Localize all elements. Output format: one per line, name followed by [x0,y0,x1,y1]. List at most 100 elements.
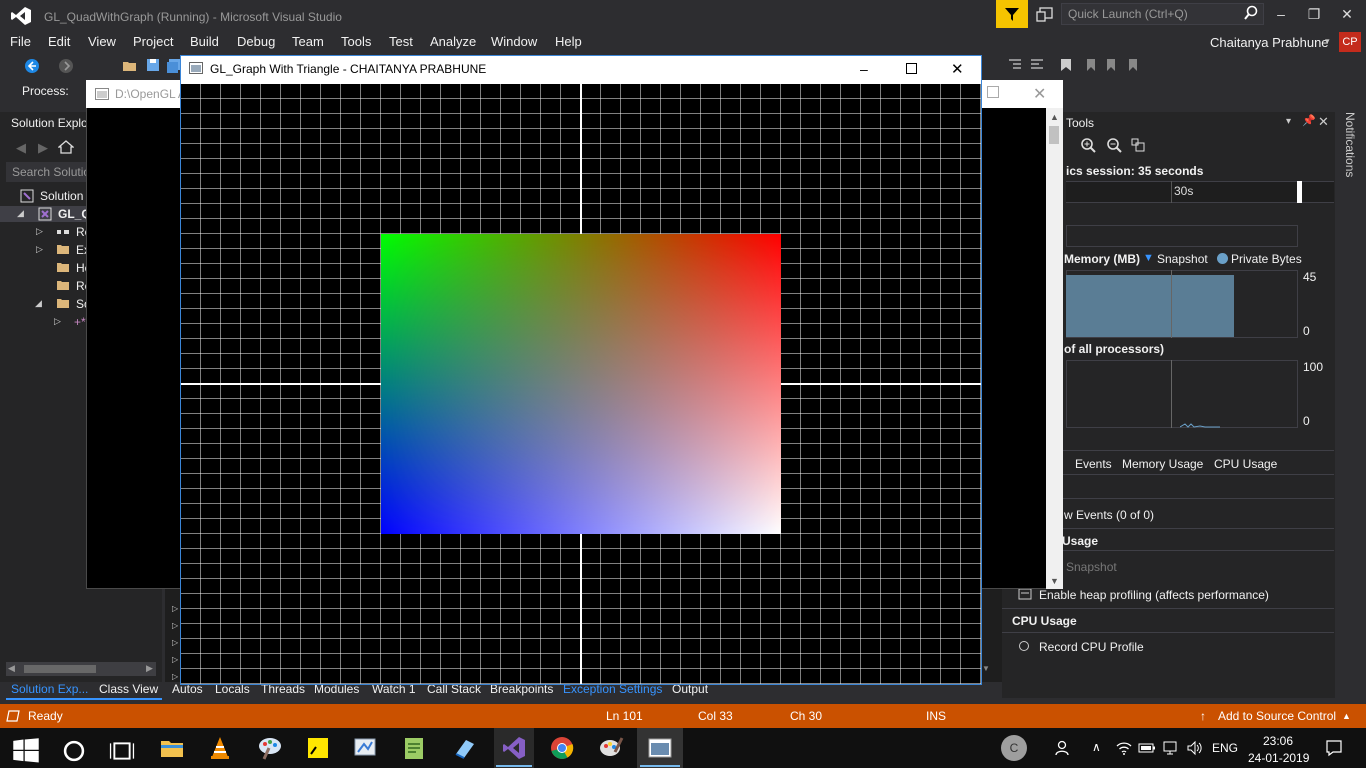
menu-build[interactable]: Build [190,34,219,49]
notifications-tab[interactable]: Notifications [1343,112,1357,177]
quick-launch-input[interactable]: Quick Launch (Ctrl+Q) [1061,3,1264,25]
snipping-tool-icon[interactable] [352,734,380,762]
tab-class-view[interactable]: Class View [99,682,158,696]
sticky-notes-icon[interactable] [304,734,332,762]
clear-bookmarks-icon[interactable] [1126,58,1140,72]
arrow-up-icon[interactable]: ↑ [1200,709,1206,723]
chevron-down-icon[interactable]: ▾ [1325,36,1330,47]
record-cpu-profile-button[interactable]: Record CPU Profile [1039,640,1144,654]
add-to-source-control[interactable]: Add to Source Control [1218,709,1336,723]
people-icon[interactable] [1054,739,1072,757]
battery-icon[interactable] [1138,741,1156,755]
menu-help[interactable]: Help [555,34,582,49]
bookmark-icon[interactable] [1060,58,1072,72]
scroll-up-icon[interactable]: ▲ [1050,112,1059,122]
feedback-filter-button[interactable] [996,0,1028,28]
menu-edit[interactable]: Edit [48,34,70,49]
windows-start-icon[interactable] [12,737,40,765]
menu-analyze[interactable]: Analyze [430,34,476,49]
back-icon[interactable] [24,58,40,74]
menu-test[interactable]: Test [389,34,413,49]
vlc-icon[interactable] [206,734,234,762]
paint-icon[interactable] [256,734,284,762]
take-snapshot-button[interactable]: Snapshot [1066,560,1117,574]
avatar[interactable]: CP [1339,32,1361,52]
user-name[interactable]: Chaitanya Prabhune [1210,35,1329,50]
tab-memory-usage[interactable]: Memory Usage [1122,457,1203,471]
paint-brush-icon[interactable] [597,734,625,762]
menu-project[interactable]: Project [133,34,173,49]
close-icon[interactable]: ✕ [951,60,964,78]
menu-tools[interactable]: Tools [341,34,371,49]
forward-icon[interactable] [58,58,74,74]
gl-app-icon[interactable] [646,734,674,762]
pin-icon[interactable]: 📌 [1302,114,1316,127]
task-view-icon[interactable] [108,737,136,765]
gl-canvas[interactable] [181,84,981,684]
clock-date[interactable]: 24-01-2019 [1248,751,1309,765]
scroll-down-icon[interactable]: ▼ [982,664,990,673]
menu-window[interactable]: Window [491,34,537,49]
menu-team[interactable]: Team [292,34,324,49]
people-avatar[interactable]: C [1001,735,1027,761]
close-icon[interactable]: ✕ [1318,114,1329,130]
language-indicator[interactable]: ENG [1212,741,1238,755]
console-scrollbar[interactable] [1046,108,1063,589]
chrome-icon[interactable] [548,734,576,762]
menu-debug[interactable]: Debug [237,34,275,49]
scrollbar-thumb[interactable] [24,665,96,673]
wifi-icon[interactable] [1116,740,1132,756]
restore-icon[interactable]: ❐ [1305,6,1323,22]
collapse-arrow-icon[interactable]: ▷ [36,244,44,254]
zoom-out-icon[interactable] [1106,137,1122,153]
notepad-plus-icon[interactable] [400,734,428,762]
save-icon[interactable] [146,58,160,72]
visual-studio-icon[interactable] [500,734,528,762]
minimize-icon[interactable]: – [1272,6,1290,22]
heap-profiling-option[interactable]: Enable heap profiling (affects performan… [1039,588,1269,602]
menu-view[interactable]: View [88,34,116,49]
volume-icon[interactable] [1186,740,1204,756]
menu-file[interactable]: File [10,34,31,49]
close-icon[interactable]: ✕ [1338,6,1356,22]
close-icon[interactable]: ✕ [1033,84,1046,104]
outdent-icon[interactable] [1030,58,1044,72]
scroll-left-icon[interactable]: ◀ [8,663,15,674]
scrollbar-thumb[interactable] [1049,126,1059,144]
timeline-cursor[interactable] [1297,181,1302,203]
open-folder-icon[interactable] [122,58,138,74]
align-icon[interactable] [1008,58,1022,72]
tab-events[interactable]: Events [1075,457,1112,471]
output-icon[interactable] [6,710,20,722]
tree-item-cpp-file[interactable]: +* [74,315,86,329]
action-center-icon[interactable] [1325,739,1343,757]
minimize-icon[interactable]: – [860,61,868,77]
network-icon[interactable] [1162,740,1178,756]
search-icon[interactable] [60,737,88,765]
prev-bookmark-icon[interactable] [1082,58,1096,72]
tree-item-solution[interactable]: Solution [40,189,83,203]
chevron-down-icon[interactable]: ▾ [1286,116,1291,127]
nav-forward-icon[interactable]: ▶ [38,140,48,156]
scroll-right-icon[interactable]: ▶ [146,663,153,674]
search-icon[interactable] [1243,5,1259,21]
eraser-icon[interactable] [450,734,478,762]
timeline-ruler[interactable] [1066,181,1334,203]
clock-time[interactable]: 23:06 [1263,734,1293,748]
nav-back-icon[interactable]: ◀ [16,140,26,156]
tab-solution-explorer[interactable]: Solution Exp... [11,682,88,696]
next-bookmark-icon[interactable] [1104,58,1118,72]
expand-arrow-icon[interactable]: ◢ [17,208,25,218]
file-explorer-icon[interactable] [158,734,186,762]
home-icon[interactable] [58,140,74,154]
collapse-arrow-icon[interactable]: ▷ [36,226,44,236]
maximize-icon[interactable] [906,63,917,74]
collapse-arrow-icon[interactable]: ▷ [54,316,62,326]
scroll-down-icon[interactable]: ▼ [1050,576,1059,586]
tray-chevron-up-icon[interactable]: ∧ [1092,740,1101,754]
zoom-in-icon[interactable] [1080,137,1096,153]
reset-zoom-icon[interactable] [1130,137,1146,153]
tab-cpu-usage[interactable]: CPU Usage [1214,457,1277,471]
feedback-icon[interactable] [1036,6,1054,24]
events-link[interactable]: w Events (0 of 0) [1064,508,1154,522]
